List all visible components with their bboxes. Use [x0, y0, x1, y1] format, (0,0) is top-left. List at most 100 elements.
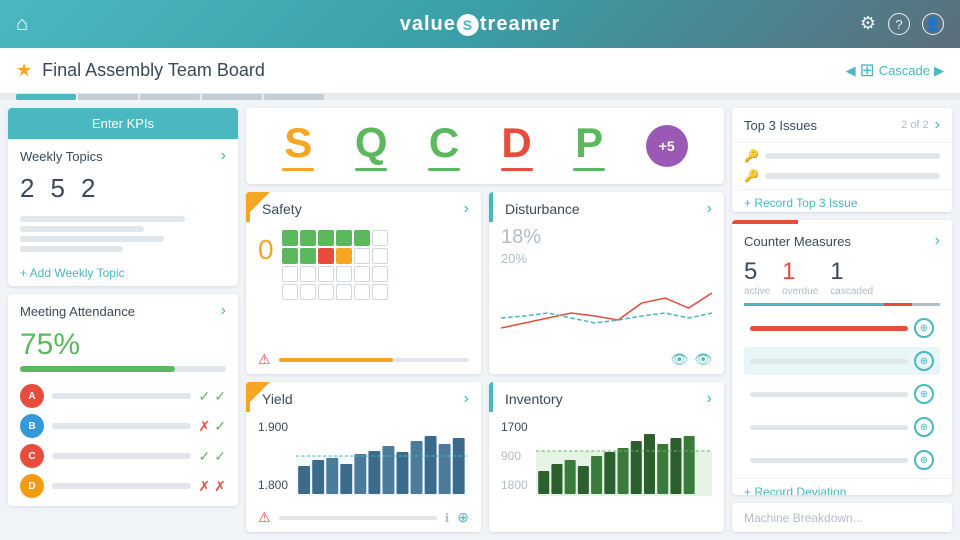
cascade-right-arrow: ▶ — [934, 63, 944, 79]
name-bar-1 — [52, 393, 191, 399]
counter-bar-active — [744, 303, 884, 306]
counter-item-rows: ⊕ ⊕ ⊕ ⊕ ⊕ — [732, 314, 952, 478]
disturbance-eye-icons: 👁 👁 — [489, 351, 724, 374]
sqcdp-p[interactable]: P — [573, 122, 605, 171]
logo-s: S — [457, 14, 479, 36]
counter-bar-cascaded — [912, 303, 940, 306]
disturbance-content: 18% 20% — [489, 222, 724, 351]
record-deviation-link[interactable]: + Record Deviation — [732, 478, 952, 495]
letter-s: S — [284, 122, 312, 164]
check-3a: ✓ — [199, 448, 211, 465]
inventory-arrow[interactable]: › — [707, 390, 712, 408]
top3-count: 2 of 2 — [901, 119, 929, 131]
sqcdp-row: S Q C D P +5 — [246, 108, 724, 184]
counter-bar-overdue — [884, 303, 912, 306]
attendance-rows: A ✓ ✓ B ✗ ✓ C — [8, 380, 238, 506]
gear-icon[interactable]: ⚙ — [860, 13, 876, 35]
sg-8 — [300, 248, 316, 264]
counter-active-group: 5 active — [744, 258, 770, 297]
sg-5 — [354, 230, 370, 246]
weekly-num-2: 5 — [50, 173, 64, 204]
underline-c — [428, 168, 460, 171]
sg-17 — [354, 266, 370, 282]
user-icon[interactable]: 👤 — [922, 13, 944, 35]
header-icons: ⚙ ? 👤 — [860, 13, 944, 35]
sqcdp-plus[interactable]: +5 — [646, 125, 688, 167]
record-top3-link[interactable]: + Record Top 3 Issue — [732, 189, 952, 212]
sqcdp-s[interactable]: S — [282, 122, 314, 171]
yield-alert-bar: ⚠ ℹ ⊕ — [246, 505, 481, 532]
app-header: ⌂ valueStreamer ⚙ ? 👤 — [0, 0, 960, 48]
counter-overdue-label: overdue — [782, 286, 818, 297]
yield-corner — [246, 382, 270, 406]
sg-11 — [354, 248, 370, 264]
charts-row: Safety › 0 — [246, 192, 724, 374]
star-icon: ★ — [16, 60, 32, 81]
meeting-attendance-arrow[interactable]: › — [221, 302, 226, 320]
top3-title: Top 3 Issues — [744, 118, 817, 133]
tab-4[interactable] — [202, 94, 262, 100]
sg-4 — [336, 230, 352, 246]
sg-7 — [282, 248, 298, 264]
yield-arrow[interactable]: › — [464, 390, 469, 408]
issue-icon-1: 🔑 — [744, 149, 759, 163]
top3-header: Top 3 Issues 2 of 2 › — [732, 108, 952, 143]
top3-arrow[interactable]: › — [935, 116, 940, 134]
machine-breakdown-card: Machine Breakdown... — [732, 503, 952, 532]
issue-row-2: 🔑 — [744, 169, 940, 183]
machine-breakdown-header: Machine Breakdown... — [732, 503, 952, 532]
bar-2 — [20, 226, 144, 232]
yield-alert-icon: ⚠ — [258, 509, 271, 526]
bottom-charts-row: Yield › 1.900 1.800 — [246, 382, 724, 532]
weekly-num-3: 2 — [81, 173, 95, 204]
attendance-bar — [20, 366, 226, 372]
plus-circle-icon[interactable]: ⊕ — [457, 509, 469, 526]
eye-icon-2[interactable]: 👁 — [694, 351, 712, 368]
sqcdp-c[interactable]: C — [428, 122, 460, 171]
add-weekly-topic-link[interactable]: + Add Weekly Topic — [8, 260, 238, 286]
sg-6 — [372, 230, 388, 246]
yield-val1: 1.900 — [258, 420, 288, 434]
weekly-topics-arrow[interactable]: › — [221, 147, 226, 165]
issue-icon-2: 🔑 — [744, 169, 759, 183]
sg-13 — [282, 266, 298, 282]
counter-arrow[interactable]: › — [935, 232, 940, 250]
tab-3[interactable] — [140, 94, 200, 100]
tab-5[interactable] — [264, 94, 324, 100]
sqcdp-q[interactable]: Q — [355, 122, 388, 171]
meeting-attendance-section: Meeting Attendance › — [8, 294, 238, 324]
counter-header: Counter Measures › — [732, 224, 952, 254]
bar-3 — [20, 236, 164, 242]
center-panel: S Q C D P +5 — [246, 108, 724, 532]
top3-issues-card: Top 3 Issues 2 of 2 › 🔑 🔑 + Record Top 3… — [732, 108, 952, 212]
tab-2[interactable] — [78, 94, 138, 100]
inv-val1: 1700 — [501, 420, 528, 434]
attendee-row-4: D ✗ ✗ — [20, 474, 226, 498]
counter-row-bar-1 — [750, 326, 908, 331]
sg-15 — [318, 266, 334, 282]
avatar-1: A — [20, 384, 44, 408]
sg-14 — [300, 266, 316, 282]
counter-row-bar-3 — [750, 392, 908, 397]
right-panel: Top 3 Issues 2 of 2 › 🔑 🔑 + Record Top 3… — [732, 108, 952, 532]
weekly-topics-label: Weekly Topics — [20, 149, 103, 164]
eye-icon-1[interactable]: 👁 — [670, 351, 688, 368]
sg-21 — [318, 284, 334, 300]
check-1b: ✓ — [214, 388, 226, 405]
enter-kpis-button[interactable]: Enter KPIs — [8, 108, 238, 139]
left-panel: Enter KPIs Weekly Topics › 2 5 2 + Add W… — [8, 108, 238, 532]
inventory-chart — [536, 416, 712, 496]
tab-1[interactable] — [16, 94, 76, 100]
safety-inner: 0 — [258, 226, 469, 300]
safety-arrow[interactable]: › — [464, 200, 469, 218]
underline-q — [355, 168, 387, 171]
sqcdp-d[interactable]: D — [501, 122, 533, 171]
counter-cascaded-label: cascaded — [830, 286, 873, 297]
help-icon[interactable]: ? — [888, 13, 910, 35]
disturbance-arrow[interactable]: › — [707, 200, 712, 218]
alert-icon: ⚠ — [258, 351, 271, 368]
inventory-header: Inventory › — [489, 382, 724, 412]
safety-header: Safety › — [246, 192, 481, 222]
home-icon[interactable]: ⌂ — [16, 13, 28, 36]
cascade-button[interactable]: ◀ ⊞ Cascade ▶ — [846, 60, 944, 81]
